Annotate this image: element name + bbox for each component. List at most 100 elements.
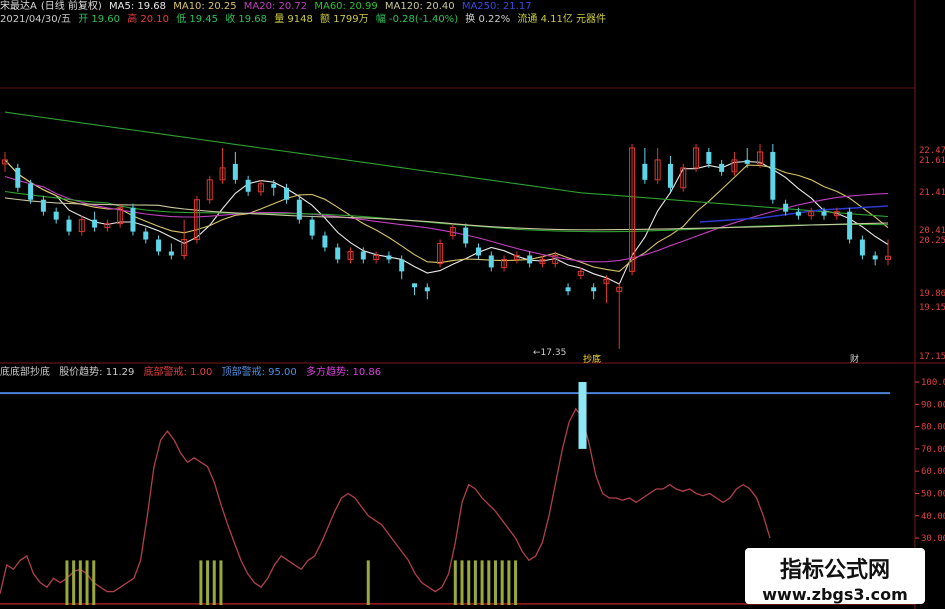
candle-down [859,239,865,256]
bottom-signal-bar [78,560,82,605]
candle-down [795,211,801,216]
ind-axis-label: 30.00 [921,534,945,544]
turnover-value: 换 0.22% [465,14,511,25]
trend-value: 股价趋势: 11.29 [59,367,135,378]
ma10-value: MA10: 20.25 [173,1,237,12]
ind-axis-label: 90.00 [921,400,945,410]
quote-info-bar: 宋最达A (日线 前复权) MA5: 19.68 MA10: 20.25 MA20… [0,0,905,28]
candle-down [360,251,366,260]
candle-down [335,247,341,260]
candle-down [15,167,21,188]
candle-down [706,151,712,164]
ma5-line [4,159,889,285]
candle-down [642,163,648,180]
candle-down [168,251,174,256]
ma60-value: MA60: 20.99 [314,1,378,12]
candle-down [156,239,162,252]
ma250-value: MA250: 21.17 [461,1,532,12]
ma120-line [4,197,889,231]
bottom-signal-bar [467,560,471,605]
price-tick-label: 22.47 [919,146,945,156]
low-value: 低 19.45 [176,14,219,25]
price-tick-label: 19.15 [919,303,945,313]
candle-down [527,255,533,264]
candle-down [92,219,98,228]
ind-axis-label: 40.00 [921,512,945,522]
top-warn-value: 顶部警戒: 95.00 [221,367,297,378]
bottom-signal-bar [65,560,69,605]
price-tick-label: 20.41 [919,226,945,236]
bottom-signal-bar [212,560,216,605]
ma5-value: MA5: 19.68 [109,1,167,12]
candle-down [412,283,418,288]
bottom-signal-bar [453,560,457,605]
ind-axis-label: 70.00 [921,445,945,455]
candle-down [296,199,302,220]
ma20-value: MA20: 20.72 [243,1,308,12]
candle-down [783,203,789,212]
price-tick-label: 20.25 [919,236,945,246]
candle-down [143,231,149,240]
indicator-name[interactable]: 底底部抄底 [0,367,50,378]
bottom-signal-bar [514,560,518,605]
ind-axis-label: 60.00 [921,467,945,477]
watermark-url: www.zbgs3.com [762,585,908,604]
candle-down [463,227,469,244]
candle-down [821,211,827,216]
period-label[interactable]: (日线 前复权) [41,1,102,12]
candle-down [130,207,136,232]
candle-down [770,151,776,200]
bottom-signal-bar [487,560,491,605]
low-price-label: ←17.35 [533,348,566,358]
ma20-line [4,175,889,263]
ma10-line [4,159,889,272]
bottom-warn-value: 底部警戒: 1.00 [143,367,213,378]
volume-value: 量 9148 [274,14,313,25]
candle-down [309,219,315,236]
candle-down [284,187,290,200]
candle-down [591,287,597,292]
candle-down [667,163,673,188]
change-value: 幅 -0.28(-1.40%) [375,14,459,25]
site-watermark: 指标公式网 www.zbgs3.com [745,548,925,604]
bull-trend-value: 多方趋势: 10.86 [305,367,382,378]
price-tick-label: 17.15 [919,352,945,362]
bottom-signal-bar [460,560,464,605]
amount-value: 额 1799万 [320,14,369,25]
candle-down [40,199,46,212]
ma120-value: MA120: 20.40 [384,1,455,12]
finance-marker: 财 [850,353,859,365]
trend-line [0,407,771,595]
candle-down [322,235,328,248]
candle-down [744,159,750,164]
candle-down [245,179,251,192]
stock-name[interactable]: 宋最达A [0,1,37,12]
bottom-signal-bar [72,560,76,605]
watermark-title: 指标公式网 [779,558,890,583]
indicator-bar: 底底部抄底 股价趋势: 11.29 底部警戒: 1.00 顶部警戒: 95.00… [0,366,905,380]
bottom-signal-bar [473,560,477,605]
candle-down [271,183,277,188]
top-signal-bar [578,382,587,449]
bottom-signal-bar [493,560,497,605]
candle-down [399,259,405,272]
candle-down [565,287,571,292]
close-value: 收 19.68 [225,14,268,25]
high-value: 高 20.10 [127,14,170,25]
price-tick-label: 21.61 [919,156,945,166]
date-value: 2021/04/30/五 [0,14,72,25]
candle-down [232,163,238,180]
bottom-signal-bar [500,560,504,605]
bottom-signal-bar [480,560,484,605]
bottom-signal-label: 抄底 [583,353,601,365]
candle-down [386,255,392,260]
bottom-signal-bar [85,560,89,605]
bottom-signal-bar [219,560,223,605]
candle-down [475,247,481,256]
candle-down [847,211,853,240]
candle-down [66,219,72,232]
price-tick-label: 21.41 [919,188,945,198]
stock-chart: 22.4721.61 21.41 20.4120.25 19.86 19.15 17.15… [0,0,945,609]
open-value: 开 19.60 [78,14,121,25]
ind-axis-label: 100.00 [921,378,945,388]
